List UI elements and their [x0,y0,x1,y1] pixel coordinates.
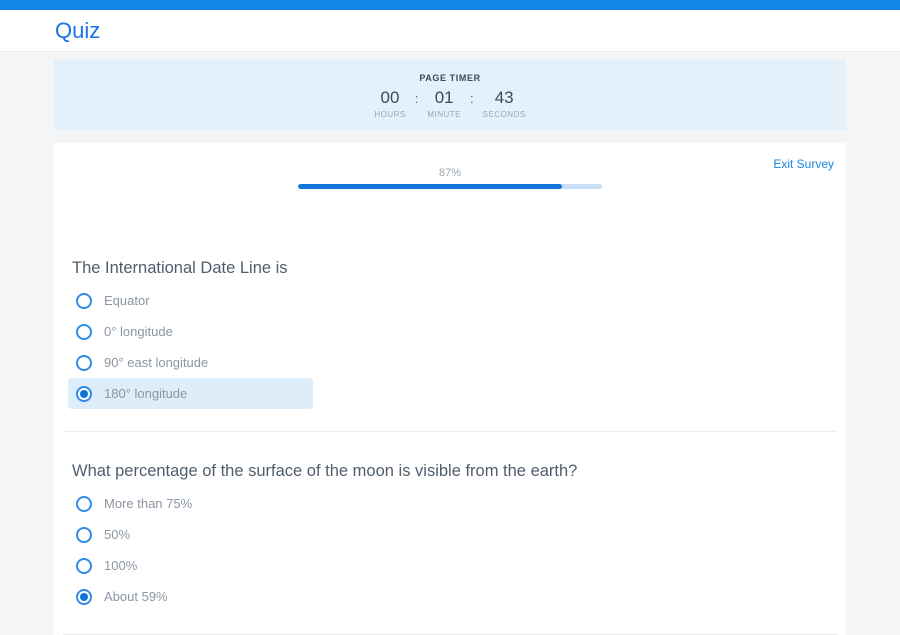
timer-hours-label: HOURS [374,110,405,119]
radio-button[interactable] [76,558,92,574]
options-list: Equator 0° longitude 90° east longitude … [54,285,846,409]
timer-seconds-label: SECONDS [483,110,526,119]
radio-button[interactable] [76,496,92,512]
timer-seconds-unit: 43 SECONDS [483,88,526,119]
question-title: The International Date Line is [54,257,846,279]
option-label: 90° east longitude [104,355,208,370]
option-row[interactable]: 0° longitude [68,316,313,347]
progress-section: 87% [298,143,602,189]
timer-minutes-unit: 01 MINUTE [427,88,461,119]
survey-card: Exit Survey 87% The International Date L… [54,143,846,635]
option-row[interactable]: 100% [68,550,313,581]
timer-seconds-value: 43 [495,88,514,108]
radio-button[interactable] [76,386,92,402]
timer-hours-value: 00 [381,88,400,108]
exit-survey-link[interactable]: Exit Survey [773,157,834,171]
timer-readout: 00 HOURS : 01 MINUTE : 43 SECONDS [374,88,525,119]
option-row[interactable]: 90° east longitude [68,347,313,378]
timer-separator: : [470,91,474,106]
page-container: PAGE TIMER 00 HOURS : 01 MINUTE : 43 SEC… [54,60,846,635]
timer-separator: : [415,91,419,106]
top-accent-bar [0,0,900,10]
option-row[interactable]: More than 75% [68,488,313,519]
option-label: 100% [104,558,137,573]
option-row[interactable]: 180° longitude [68,378,313,409]
options-list: More than 75% 50% 100% About 59% [54,488,846,612]
radio-button[interactable] [76,527,92,543]
question-title: What percentage of the surface of the mo… [54,460,846,482]
question-block-1: The International Date Line is Equator 0… [54,257,846,409]
progress-bar [298,184,602,189]
question-block-2: What percentage of the surface of the mo… [54,460,846,612]
option-label: 180° longitude [104,386,187,401]
option-row[interactable]: Equator [68,285,313,316]
radio-button[interactable] [76,355,92,371]
timer-minutes-label: MINUTE [427,110,461,119]
option-label: About 59% [104,589,168,604]
option-label: 50% [104,527,130,542]
timer-hours-unit: 00 HOURS [374,88,405,119]
app-header: Quiz [0,10,900,52]
page-timer: PAGE TIMER 00 HOURS : 01 MINUTE : 43 SEC… [54,60,846,130]
timer-title: PAGE TIMER [419,73,480,83]
option-row[interactable]: About 59% [68,581,313,612]
radio-button[interactable] [76,589,92,605]
radio-button[interactable] [76,324,92,340]
divider [63,431,837,432]
option-row[interactable]: 50% [68,519,313,550]
progress-bar-fill [298,184,562,189]
option-label: More than 75% [104,496,192,511]
option-label: Equator [104,293,150,308]
radio-button[interactable] [76,293,92,309]
page-title: Quiz [0,10,900,52]
progress-percent-label: 87% [298,167,602,179]
option-label: 0° longitude [104,324,173,339]
timer-minutes-value: 01 [435,88,454,108]
